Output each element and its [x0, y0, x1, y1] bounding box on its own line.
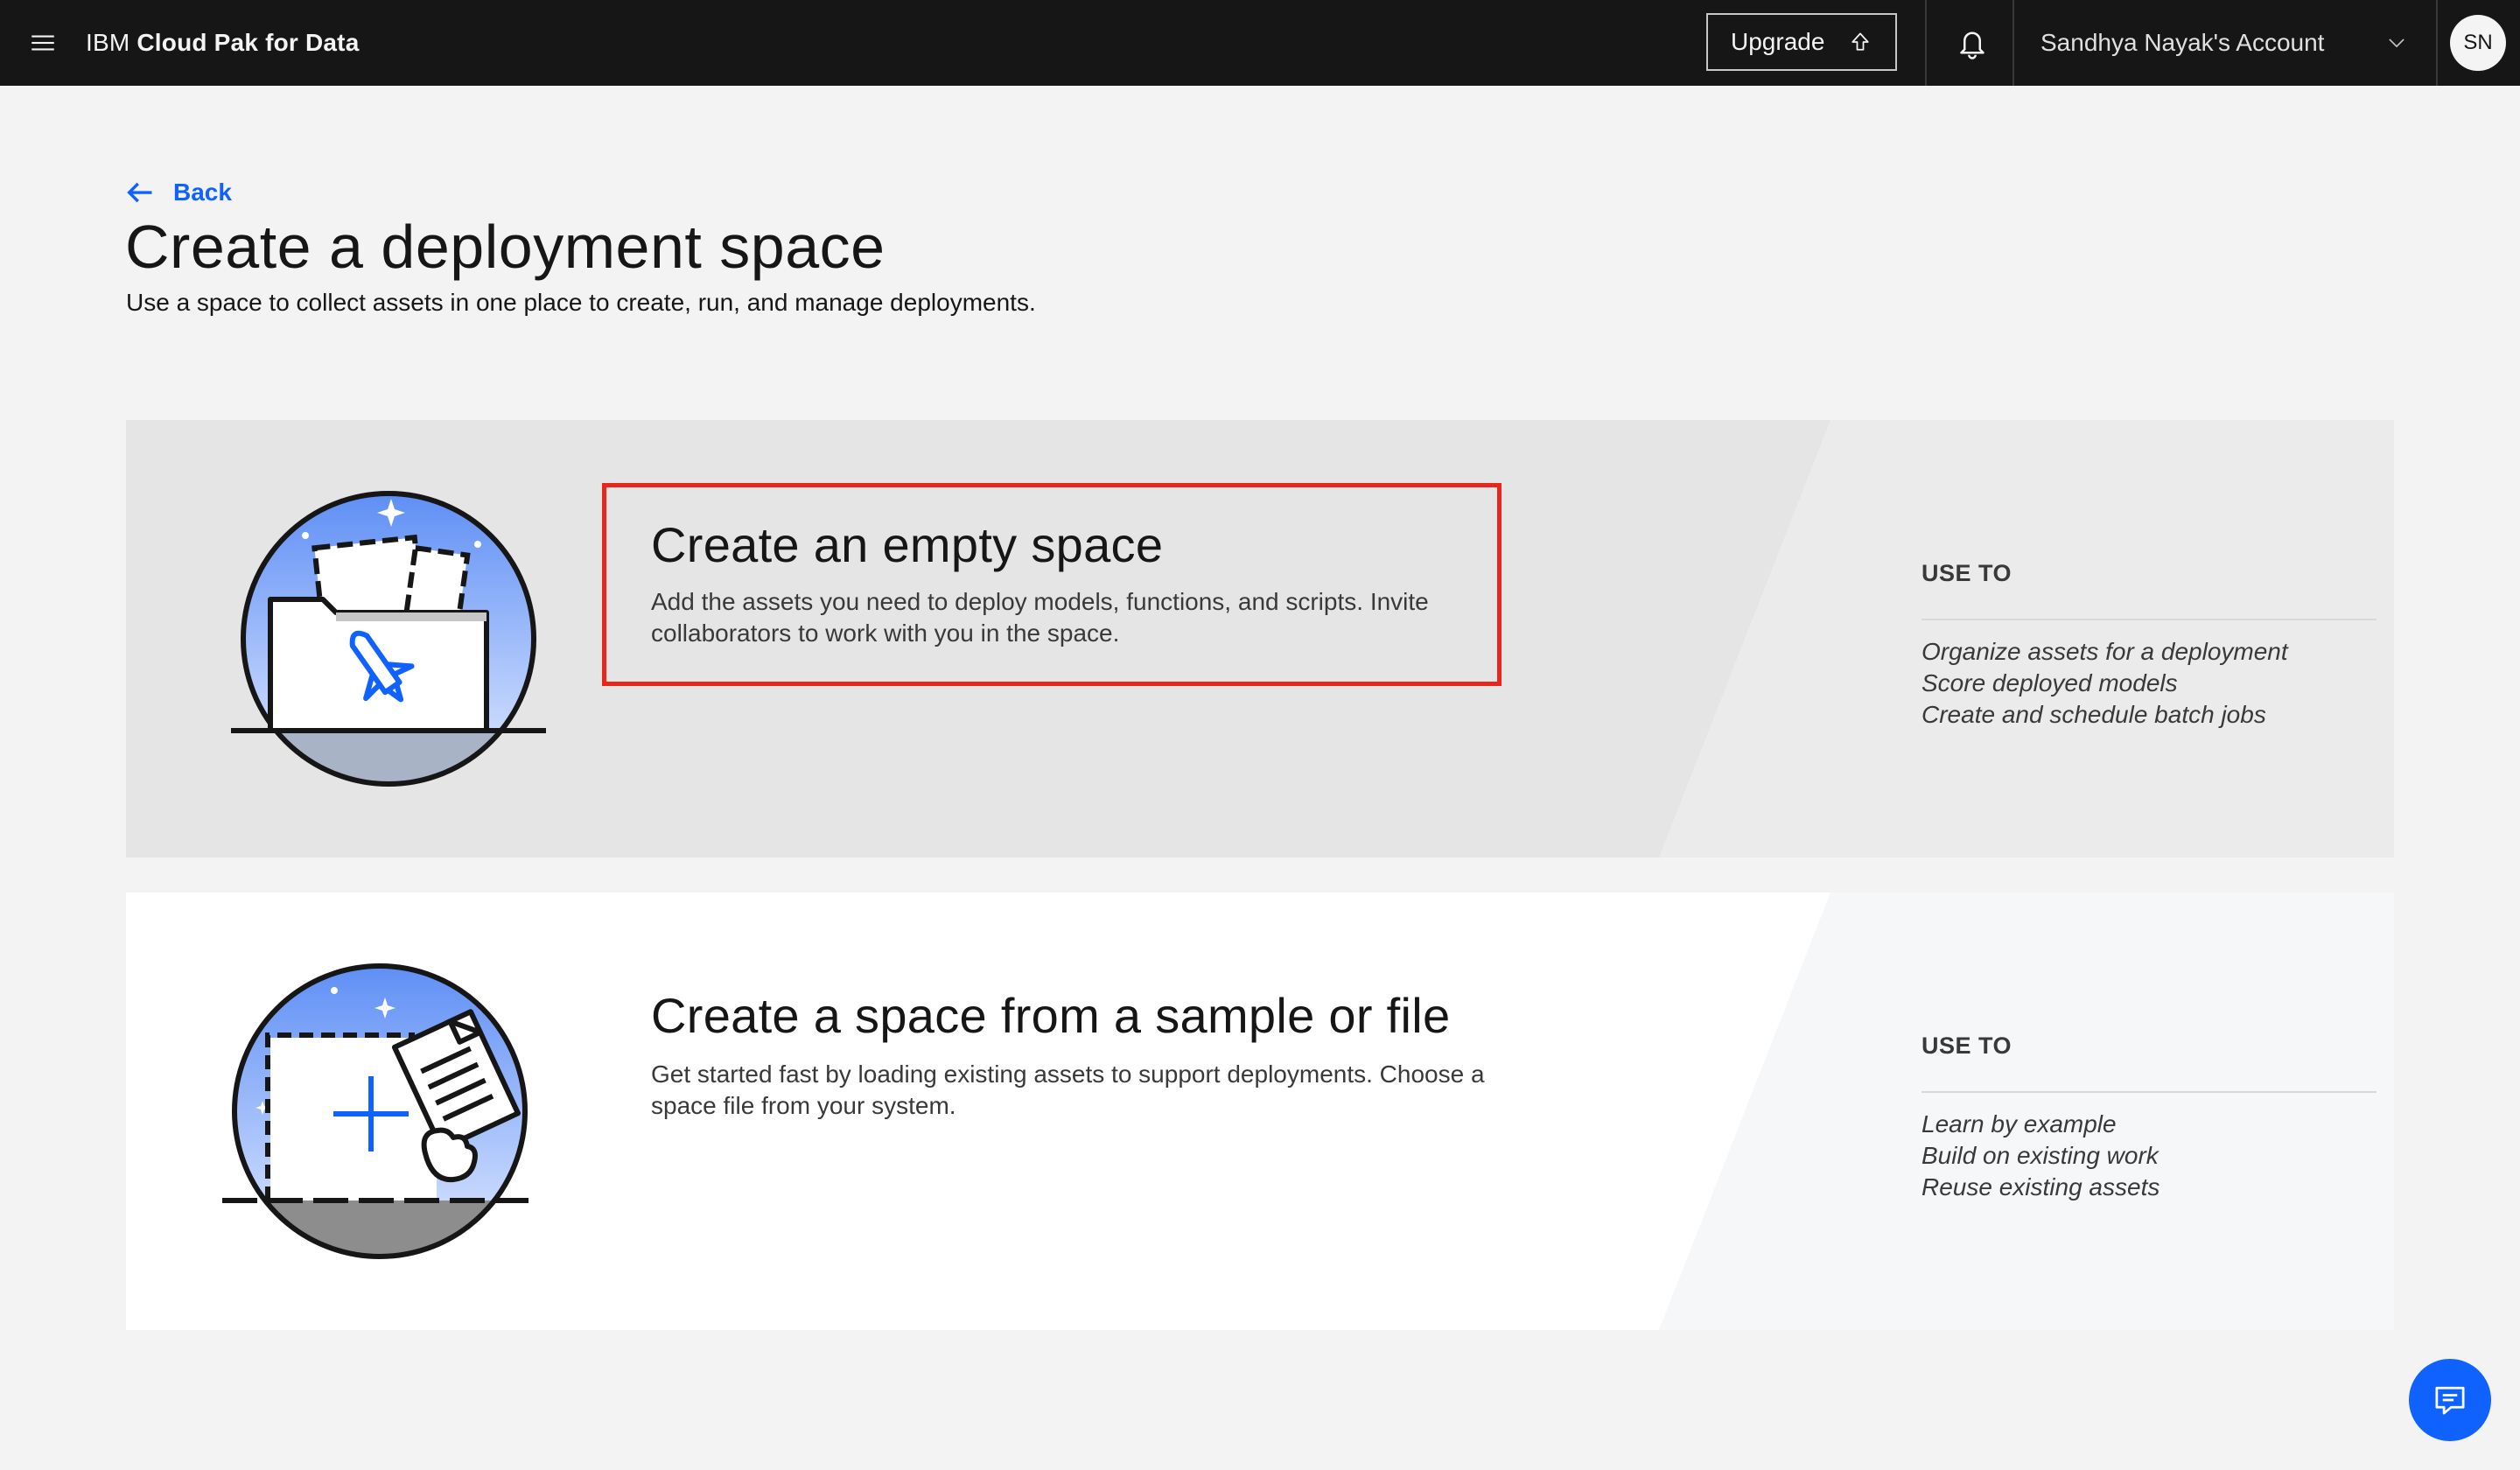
- use-to-heading: USE TO: [1922, 560, 2012, 586]
- use-to-item: Score deployed models: [1922, 669, 2178, 696]
- highlight-box: [602, 483, 1502, 686]
- page-subtitle: Use a space to collect assets in one pla…: [126, 289, 1036, 316]
- account-name: Sandhya Nayak's Account: [2040, 29, 2325, 56]
- use-to-item: Create and schedule batch jobs: [1922, 701, 2266, 728]
- avatar[interactable]: SN: [2450, 15, 2506, 71]
- folder-rocket-illustration: [231, 491, 546, 787]
- menu-icon[interactable]: [0, 0, 86, 86]
- product-name[interactable]: IBM Cloud Pak for Data: [86, 29, 359, 57]
- brand-prefix: IBM: [86, 29, 130, 56]
- use-to-heading: USE TO: [1922, 1032, 2012, 1059]
- account-switcher[interactable]: Sandhya Nayak's Account: [2014, 0, 2434, 86]
- notification-bell-icon[interactable]: [1934, 0, 2011, 86]
- use-to-item: Organize assets for a deployment: [1922, 638, 2288, 665]
- card-description: Get started fast by loading existing ass…: [651, 1060, 1485, 1119]
- upgrade-label: Upgrade: [1731, 28, 1825, 55]
- use-to-section: USE TO Learn by example Build on existin…: [1922, 1032, 2376, 1203]
- upgrade-arrow-icon: [1852, 32, 1869, 51]
- card-title: Create a space from a sample or file: [651, 988, 1451, 1043]
- header-divider: [1925, 0, 1927, 86]
- use-to-section: USE TO Organize assets for a deployment …: [1922, 560, 2376, 731]
- use-to-item: Build on existing work: [1922, 1142, 2159, 1169]
- upgrade-button[interactable]: Upgrade: [1706, 13, 1897, 71]
- header-divider: [2436, 0, 2438, 86]
- use-to-item: Learn by example: [1922, 1110, 2117, 1138]
- create-empty-space-card[interactable]: Create an empty space Add the assets you…: [126, 420, 2394, 858]
- chat-button[interactable]: [2409, 1359, 2491, 1441]
- arrow-left-icon: [127, 182, 152, 203]
- back-link[interactable]: Back: [124, 177, 232, 208]
- divider: [1922, 1091, 2376, 1093]
- chat-icon: [2435, 1386, 2465, 1415]
- file-import-illustration: [222, 963, 528, 1259]
- chevron-down-icon: [2389, 38, 2404, 48]
- brand-product: Cloud Pak for Data: [136, 29, 360, 56]
- page-title: Create a deployment space: [125, 213, 886, 281]
- divider: [1922, 619, 2376, 620]
- use-to-item: Reuse existing assets: [1922, 1173, 2160, 1200]
- back-label: Back: [173, 178, 232, 206]
- top-header: IBM Cloud Pak for Data Upgrade Sandhya Na…: [0, 0, 2520, 86]
- create-space-from-sample-card[interactable]: Create a space from a sample or file Get…: [126, 892, 2394, 1330]
